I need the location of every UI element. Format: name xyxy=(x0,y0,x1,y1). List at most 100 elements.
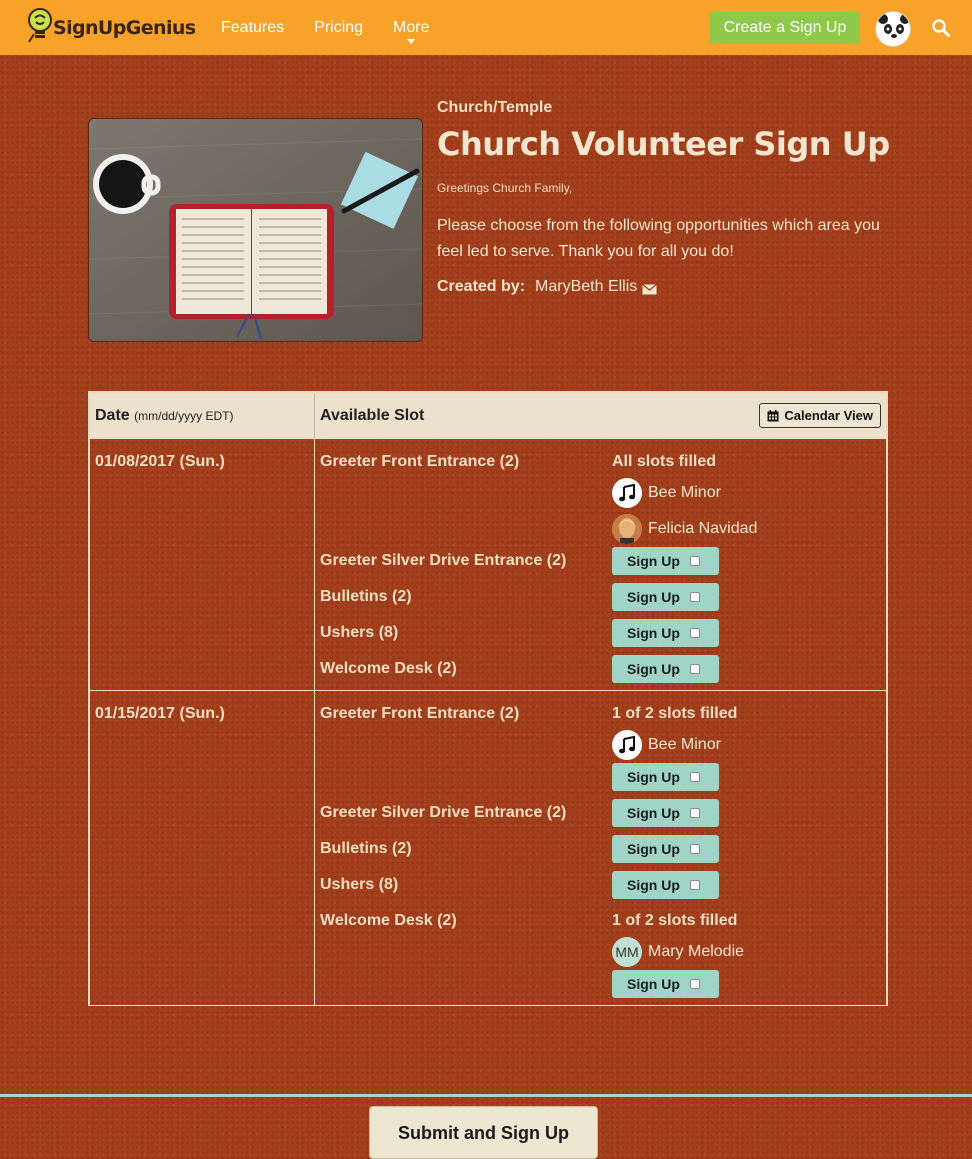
signup-label: Sign Up xyxy=(627,976,680,992)
slot-name: Welcome Desk (2) xyxy=(320,660,457,677)
slot-name: Greeter Silver Drive Entrance (2) xyxy=(320,552,567,569)
nav-links: Features Pricing More xyxy=(221,0,460,55)
slot-actions: Sign Up xyxy=(612,871,886,899)
signup-checkbox[interactable] xyxy=(689,880,700,890)
music-note-icon xyxy=(612,478,642,508)
user-avatar[interactable] xyxy=(875,11,911,47)
participant: Felicia Navidad xyxy=(612,511,886,547)
caret-down-icon xyxy=(407,39,416,44)
slot-row: Greeter Silver Drive Entrance (2) Sign U… xyxy=(315,547,886,575)
slot-actions: 1 of 2 slots filled MM Mary Melodie Sign… xyxy=(612,907,886,998)
signup-checkbox[interactable] xyxy=(689,844,700,854)
date-header-format: (mm/dd/yyyy EDT) xyxy=(134,409,234,423)
nav-link-pricing[interactable]: Pricing xyxy=(314,0,363,55)
slot-row: Greeter Silver Drive Entrance (2) Sign U… xyxy=(315,799,886,827)
initials-avatar: MM xyxy=(612,937,642,967)
signup-button[interactable]: Sign Up xyxy=(612,871,719,899)
created-by-label: Created by: xyxy=(437,278,526,295)
signup-button[interactable]: Sign Up xyxy=(612,799,719,827)
create-signup-button[interactable]: Create a Sign Up xyxy=(710,12,860,44)
search-icon[interactable] xyxy=(932,19,950,37)
signup-label: Sign Up xyxy=(627,661,680,677)
signup-label: Sign Up xyxy=(627,805,680,821)
participant: Bee Minor xyxy=(612,475,886,511)
date-column-header: Date (mm/dd/yyyy EDT) xyxy=(90,393,315,439)
nav-link-features[interactable]: Features xyxy=(221,0,284,55)
signupgenius-logo[interactable]: SignUpGenius xyxy=(27,8,196,46)
nav-link-more[interactable]: More xyxy=(393,0,430,55)
signup-button[interactable]: Sign Up xyxy=(612,583,719,611)
signup-checkbox[interactable] xyxy=(689,628,700,638)
slot-row: Welcome Desk (2) Sign Up xyxy=(315,655,886,683)
slots-cell: Greeter Front Entrance (2) 1 of 2 slots … xyxy=(315,691,886,1005)
signup-button[interactable]: Sign Up xyxy=(612,619,719,647)
music-note-icon xyxy=(612,730,642,760)
slot-name: Welcome Desk (2) xyxy=(320,912,457,929)
signup-table: Date (mm/dd/yyyy EDT) Available Slot Cal… xyxy=(88,391,888,1006)
slot-actions: Sign Up xyxy=(612,655,886,683)
signup-checkbox[interactable] xyxy=(689,592,700,602)
signup-checkbox[interactable] xyxy=(689,772,700,782)
slot-actions: Sign Up xyxy=(612,835,886,863)
signup-button[interactable]: Sign Up xyxy=(612,763,719,791)
date-group: 01/08/2017 (Sun.) Greeter Front Entrance… xyxy=(90,439,886,691)
signup-label: Sign Up xyxy=(627,589,680,605)
slot-name: Ushers (8) xyxy=(320,876,399,893)
participant-name: Bee Minor xyxy=(648,484,721,501)
slot-actions: Sign Up xyxy=(612,547,886,575)
slot-name: Bulletins (2) xyxy=(320,840,412,857)
table-header: Date (mm/dd/yyyy EDT) Available Slot Cal… xyxy=(90,393,886,439)
date-cell: 01/08/2017 (Sun.) xyxy=(90,439,315,690)
created-by: Created by: MaryBeth Ellis xyxy=(437,278,658,296)
nav-link-more-label: More xyxy=(393,19,430,36)
slot-row: Greeter Front Entrance (2) All slots fil… xyxy=(315,453,886,547)
signup-checkbox[interactable] xyxy=(689,664,700,674)
participant-name: Felicia Navidad xyxy=(648,520,758,537)
signup-label: Sign Up xyxy=(627,877,680,893)
slots-cell: Greeter Front Entrance (2) All slots fil… xyxy=(315,439,886,690)
participant-name: Bee Minor xyxy=(648,736,721,753)
signup-checkbox[interactable] xyxy=(689,979,700,989)
signup-checkbox[interactable] xyxy=(689,808,700,818)
panda-icon xyxy=(878,14,910,45)
category-label[interactable]: Church/Temple xyxy=(437,99,552,117)
signup-label: Sign Up xyxy=(627,625,680,641)
slot-status: 1 of 2 slots filled xyxy=(612,912,738,929)
logo-text: SignUpGenius xyxy=(53,17,196,39)
slot-status: All slots filled xyxy=(612,453,717,470)
footer-bar: Submit and Sign Up xyxy=(0,1094,972,1159)
user-photo-avatar xyxy=(612,514,642,544)
slot-row: Ushers (8) Sign Up xyxy=(315,871,886,899)
slot-row: Bulletins (2) Sign Up xyxy=(315,583,886,611)
slot-row: Ushers (8) Sign Up xyxy=(315,619,886,647)
signup-checkbox[interactable] xyxy=(689,556,700,566)
description-text: Please choose from the following opportu… xyxy=(437,217,880,260)
slot-name: Greeter Silver Drive Entrance (2) xyxy=(320,804,567,821)
participant-name: Mary Melodie xyxy=(648,943,745,960)
slot-row: Bulletins (2) Sign Up xyxy=(315,835,886,863)
participant: MM Mary Melodie xyxy=(612,934,886,970)
creator-name: MaryBeth Ellis xyxy=(535,278,638,295)
submit-signup-button[interactable]: Submit and Sign Up xyxy=(369,1106,598,1159)
hero-image-bible-coffee xyxy=(88,118,423,342)
signup-button[interactable]: Sign Up xyxy=(612,835,719,863)
greeting-text: Greetings Church Family, xyxy=(437,181,573,195)
slot-status: 1 of 2 slots filled xyxy=(612,705,738,722)
slot-row: Greeter Front Entrance (2) 1 of 2 slots … xyxy=(315,705,886,791)
signup-button[interactable]: Sign Up xyxy=(612,655,719,683)
signup-button[interactable]: Sign Up xyxy=(612,547,719,575)
slot-row: Welcome Desk (2) 1 of 2 slots filled MM … xyxy=(315,907,886,998)
top-nav: SignUpGenius Features Pricing More Creat… xyxy=(0,0,972,55)
signup-label: Sign Up xyxy=(627,553,680,569)
slot-actions: Sign Up xyxy=(612,583,886,611)
calendar-view-button[interactable]: Calendar View xyxy=(759,403,881,428)
calendar-view-label: Calendar View xyxy=(784,408,873,423)
slot-actions: All slots filled Bee Minor Felicia Navid… xyxy=(612,453,886,547)
date-group: 01/15/2017 (Sun.) Greeter Front Entrance… xyxy=(90,691,886,1006)
slot-actions: Sign Up xyxy=(612,619,886,647)
envelope-icon[interactable] xyxy=(642,282,658,294)
signup-button[interactable]: Sign Up xyxy=(612,970,719,998)
participant: Bee Minor xyxy=(612,727,886,763)
page-title: Church Volunteer Sign Up xyxy=(437,125,890,163)
calendar-icon xyxy=(767,409,779,421)
